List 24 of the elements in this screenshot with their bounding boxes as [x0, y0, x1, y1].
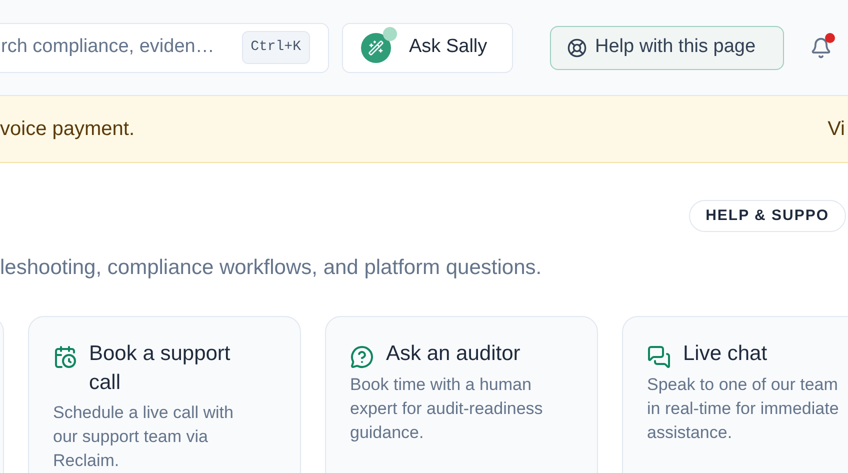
lifebuoy-icon [567, 38, 587, 58]
support-card[interactable]: Live chat Speak to one of our team in real-time for immediate assistance. [622, 316, 848, 473]
shortcut-key: Ctrl+K [242, 31, 310, 64]
card-title: Ask an auditor [386, 340, 520, 366]
wand-icon [361, 26, 397, 62]
calendar-icon [53, 344, 77, 368]
page-subtitle: leshooting, compliance workflows, and platform questions. [0, 255, 543, 281]
section-badge: HELP & SUPPO [688, 200, 846, 232]
card-title: Book a support call [89, 340, 232, 396]
question-icon [350, 344, 374, 368]
notifications-button[interactable] [809, 34, 833, 60]
search-field[interactable]: rch compliance, eviden… Ctrl+K [0, 22, 329, 72]
card-description: Speak to one of our team in real-time for immediate assistance. [647, 374, 840, 444]
search-input[interactable]: rch compliance, eviden… [1, 33, 234, 62]
help-button[interactable]: Help with this page [550, 26, 784, 70]
banner-message: voice payment. [0, 117, 135, 142]
chat-icon [647, 344, 671, 368]
card-title: Live chat [683, 340, 768, 366]
ask-assistant-button[interactable]: Ask Sally [342, 22, 513, 72]
card-description: Schedule a live call with our support team via Reclaim. [53, 402, 234, 472]
support-card[interactable]: Ask an auditor Book time with a human expert for audit-readiness guidance. [325, 316, 598, 473]
banner-link[interactable]: Vi [828, 114, 848, 144]
support-card[interactable]: Book a support call Schedule a live call with our support team via Reclaim. [28, 316, 301, 473]
card-description: Book time with a human expert for audit-readiness guidance. [350, 374, 544, 444]
